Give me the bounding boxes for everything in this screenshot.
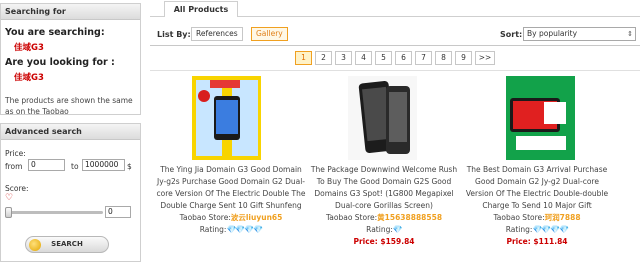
store-label: Taobao Store: <box>179 213 231 222</box>
taobao-note: The products are shown the same as on th… <box>5 96 133 116</box>
pager-divider <box>150 70 640 71</box>
product-image-graphic <box>506 76 575 160</box>
page-3[interactable]: 3 <box>335 51 352 65</box>
product-store-row: Taobao Store:黄15638888558 <box>308 212 460 224</box>
product-title[interactable]: The Package Downwind Welcome Rush To Buy… <box>308 164 460 212</box>
looking-for-label: Are you looking for : <box>5 57 115 68</box>
score-input[interactable]: 0 <box>105 206 131 218</box>
tab-all-products[interactable]: All Products <box>164 1 238 17</box>
list-by-label: List By: <box>157 30 191 39</box>
price-label: Price: <box>5 149 26 158</box>
product-card: The Ying Jia Domain G3 Good Domain Jy-g2… <box>155 76 307 262</box>
page-6[interactable]: 6 <box>395 51 412 65</box>
sort-label: Sort: <box>500 30 523 39</box>
chevron-down-icon: ⇕ <box>627 30 633 38</box>
page-4[interactable]: 4 <box>355 51 372 65</box>
page-1[interactable]: 1 <box>295 51 312 65</box>
product-rating-row: Rating:💎 <box>308 224 460 236</box>
price-to-input[interactable]: 1000000 <box>82 159 125 171</box>
score-slider-track[interactable] <box>7 211 103 214</box>
page-5[interactable]: 5 <box>375 51 392 65</box>
product-image[interactable] <box>348 76 417 160</box>
diamond-icon: 💎 <box>392 225 403 234</box>
sidebar: Searching for You are searching: 佳域G3 Ar… <box>0 0 141 262</box>
page-9[interactable]: 9 <box>455 51 472 65</box>
store-label: Taobao Store: <box>325 213 378 222</box>
search-button-label: SEARCH <box>51 240 83 248</box>
page-8[interactable]: 8 <box>435 51 452 65</box>
store-label: Taobao Store: <box>493 213 545 222</box>
product-rating-row: Rating:💎💎💎💎 <box>155 224 307 236</box>
advanced-search-title: Advanced search <box>1 124 140 140</box>
product-store-row: Taobao Store:珂润7888 <box>461 212 613 224</box>
product-price: Price: $159.84 <box>353 237 415 246</box>
diamond-icon: 💎💎💎💎 <box>226 225 263 234</box>
score-slider-handle[interactable] <box>5 207 12 218</box>
product-store-row: Taobao Store:波云liuyun65 <box>155 212 307 224</box>
product-price: Price: $111.84 <box>506 237 568 246</box>
suggestion-link[interactable]: 佳域G3 <box>1 71 140 83</box>
diamond-icon: 💎💎💎💎 <box>532 225 569 234</box>
store-link[interactable]: 珂润7888 <box>545 213 581 222</box>
toolbar-divider <box>150 45 640 46</box>
sort-select[interactable]: By popularity ⇕ <box>523 27 636 41</box>
search-button[interactable]: SEARCH <box>25 236 109 253</box>
page-7[interactable]: 7 <box>415 51 432 65</box>
heart-icon: ♡ <box>5 193 14 203</box>
currency-label: $ <box>127 162 132 171</box>
rating-label: Rating: <box>199 225 227 234</box>
product-info: The Ying Jia Domain G3 Good Domain Jy-g2… <box>155 164 307 236</box>
product-image[interactable] <box>506 76 575 160</box>
advanced-search-panel: Advanced search Price: from 0 to 1000000… <box>0 123 141 262</box>
product-image[interactable] <box>192 76 261 160</box>
score-label: Score: <box>5 184 29 193</box>
view-references-button[interactable]: References <box>191 27 243 41</box>
product-title[interactable]: The Best Domain G3 Arrival Purchase Good… <box>461 164 613 212</box>
product-rating-row: Rating:💎💎💎💎 <box>461 224 613 236</box>
search-icon <box>29 239 41 251</box>
product-image-graphic <box>192 76 261 160</box>
store-link[interactable]: 波云liuyun65 <box>231 213 283 222</box>
main-panel: All Products List By: References Gallery… <box>150 0 640 262</box>
product-card: The Package Downwind Welcome Rush To Buy… <box>308 76 460 262</box>
rating-label: Rating: <box>366 225 393 234</box>
searching-for-title: Searching for <box>1 4 140 20</box>
searching-for-panel: Searching for You are searching: 佳域G3 Ar… <box>0 3 141 116</box>
rating-label: Rating: <box>505 225 533 234</box>
view-gallery-button[interactable]: Gallery <box>251 27 288 41</box>
page-next[interactable]: >> <box>475 51 495 65</box>
product-card: The Best Domain G3 Arrival Purchase Good… <box>461 76 613 262</box>
product-info: The Best Domain G3 Arrival Purchase Good… <box>461 164 613 248</box>
product-info: The Package Downwind Welcome Rush To Buy… <box>308 164 460 248</box>
price-from-label: from <box>5 162 23 171</box>
product-image-graphic <box>348 76 417 160</box>
store-link[interactable]: 黄15638888558 <box>377 213 442 222</box>
product-title[interactable]: The Ying Jia Domain G3 Good Domain Jy-g2… <box>155 164 307 212</box>
sort-select-value: By popularity <box>527 29 578 38</box>
you-searching-label: You are searching: <box>5 27 105 38</box>
price-from-input[interactable]: 0 <box>28 159 65 171</box>
page-2[interactable]: 2 <box>315 51 332 65</box>
search-term: 佳域G3 <box>14 43 44 53</box>
price-to-label: to <box>71 162 79 171</box>
